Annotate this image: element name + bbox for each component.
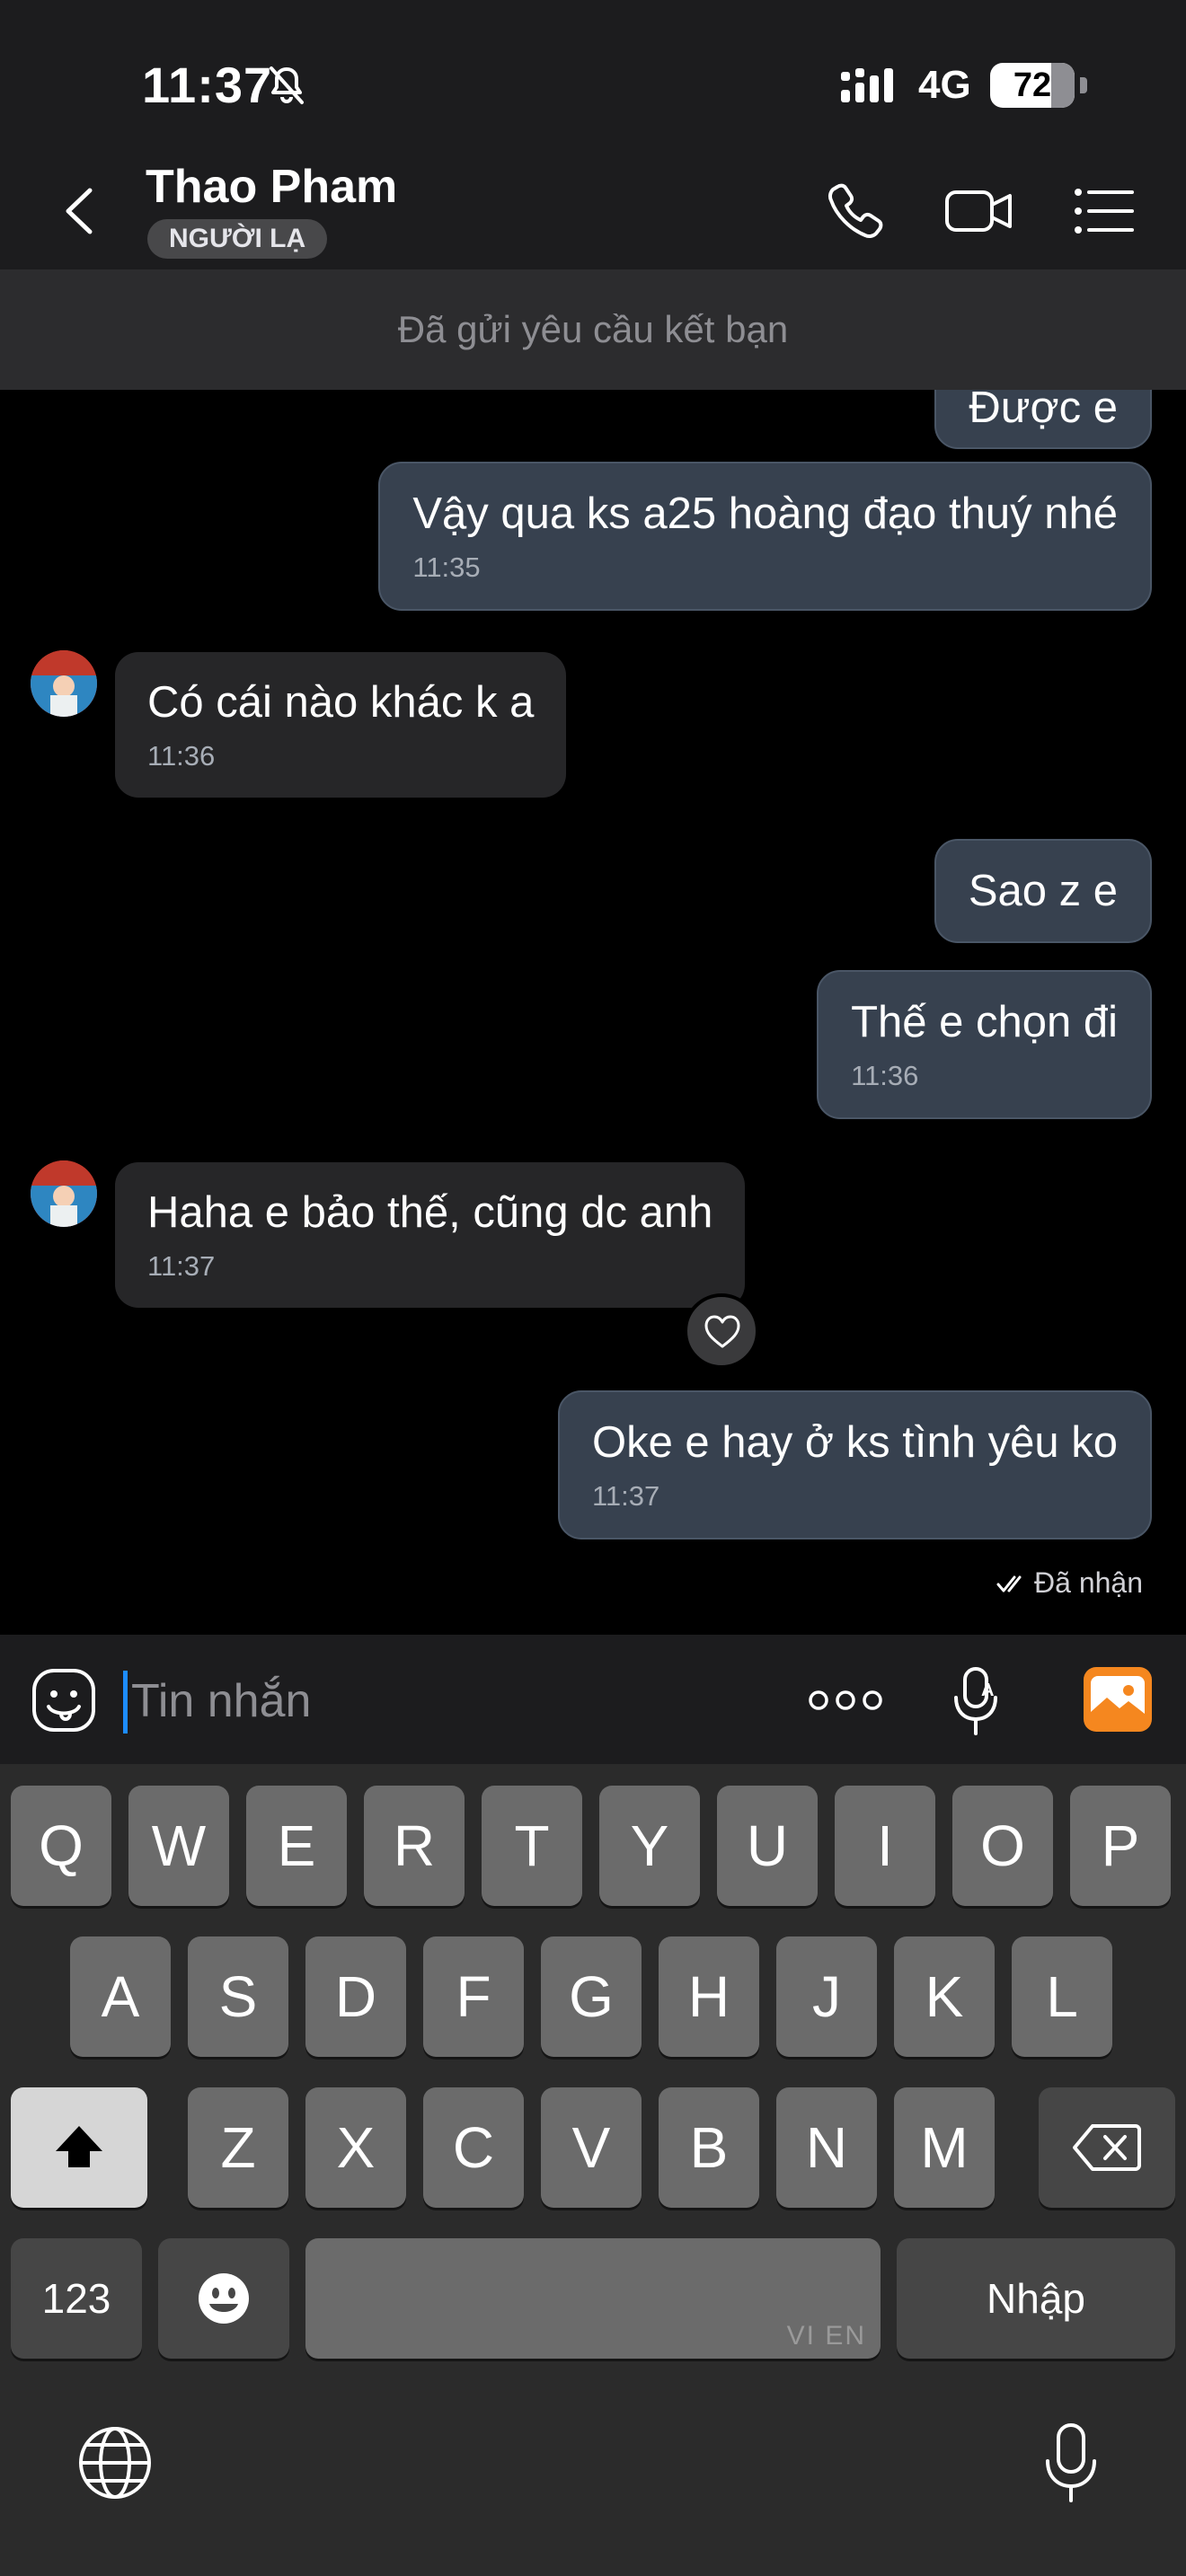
- globe-icon[interactable]: [77, 2425, 153, 2501]
- space-key[interactable]: VI EN: [305, 2238, 881, 2359]
- shift-key[interactable]: [11, 2087, 147, 2208]
- emoji-key[interactable]: [158, 2238, 289, 2359]
- key-z[interactable]: Z: [188, 2087, 288, 2208]
- menu-list-icon[interactable]: [1071, 178, 1137, 244]
- keyboard-language-label: VI EN: [786, 2321, 866, 2351]
- message-text: Sao z e: [968, 867, 1118, 915]
- key-x[interactable]: X: [305, 2087, 406, 2208]
- backspace-icon: [1073, 2124, 1141, 2171]
- message-bubble-outgoing[interactable]: Thế e chọn đi 11:36: [817, 970, 1152, 1119]
- key-k[interactable]: K: [894, 1936, 995, 2057]
- key-d[interactable]: D: [305, 1936, 406, 2057]
- message-time: 11:35: [412, 551, 481, 583]
- image-icon: [1091, 1676, 1145, 1726]
- chat-header: Thao Pham NGƯỜI LẠ: [0, 153, 1186, 269]
- key-w[interactable]: W: [128, 1786, 229, 1906]
- key-y[interactable]: Y: [599, 1786, 700, 1906]
- double-check-icon: [996, 1575, 1022, 1592]
- svg-text:A: A: [981, 1681, 994, 1700]
- key-h[interactable]: H: [659, 1936, 759, 2057]
- shift-arrow-icon: [56, 2126, 102, 2167]
- contact-avatar[interactable]: [31, 650, 97, 717]
- key-c[interactable]: C: [423, 2087, 524, 2208]
- key-n[interactable]: N: [776, 2087, 877, 2208]
- contact-avatar[interactable]: [31, 1160, 97, 1227]
- numbers-key[interactable]: 123: [11, 2238, 142, 2359]
- battery-level: 72: [1013, 66, 1052, 104]
- message-bubble-outgoing[interactable]: Được e: [934, 390, 1152, 449]
- message-text: Haha e bảo thế, cũng dc anh: [147, 1188, 713, 1237]
- key-i[interactable]: I: [835, 1786, 935, 1906]
- more-options-icon[interactable]: [807, 1685, 884, 1716]
- key-s[interactable]: S: [188, 1936, 288, 2057]
- phone-call-icon[interactable]: [821, 178, 888, 244]
- stranger-badge: NGƯỜI LẠ: [147, 219, 328, 259]
- return-key[interactable]: Nhập: [897, 2238, 1175, 2359]
- message-text: Vậy qua ks a25 hoàng đạo thuý nhé: [412, 490, 1118, 538]
- message-input[interactable]: [131, 1665, 760, 1737]
- key-b[interactable]: B: [659, 2087, 759, 2208]
- key-t[interactable]: T: [482, 1786, 582, 1906]
- network-type: 4G: [918, 63, 971, 107]
- on-screen-keyboard: Q W E R T Y U I O P A S D F G H J K L Z …: [0, 1764, 1186, 2576]
- backspace-key[interactable]: [1039, 2087, 1175, 2208]
- signal-icon: [841, 68, 893, 102]
- delivery-status: Đã nhận: [996, 1566, 1143, 1600]
- voice-to-text-icon[interactable]: A: [951, 1665, 1005, 1737]
- message-bubble-outgoing[interactable]: Oke e hay ở ks tình yêu ko 11:37: [557, 1390, 1152, 1539]
- key-m[interactable]: M: [894, 2087, 995, 2208]
- key-j[interactable]: J: [776, 1936, 877, 2057]
- message-time: 11:36: [851, 1060, 919, 1091]
- message-text: Có cái nào khác k a: [147, 678, 535, 727]
- key-a[interactable]: A: [70, 1936, 171, 2057]
- key-r[interactable]: R: [364, 1786, 465, 1906]
- message-bubble-outgoing[interactable]: Sao z e: [934, 839, 1152, 943]
- message-composer: A: [0, 1635, 1186, 1764]
- battery-indicator: 72: [990, 63, 1087, 108]
- key-l[interactable]: L: [1012, 1936, 1112, 2057]
- message-list[interactable]: Được e Vậy qua ks a25 hoàng đạo thuý nhé…: [0, 390, 1186, 1635]
- react-heart-button[interactable]: [684, 1293, 759, 1369]
- contact-name[interactable]: Thao Pham: [146, 160, 397, 214]
- bell-off-icon: [270, 66, 304, 104]
- message-text: Thế e chọn đi: [851, 998, 1118, 1046]
- message-bubble-outgoing[interactable]: Vậy qua ks a25 hoàng đạo thuý nhé 11:35: [378, 462, 1152, 611]
- text-cursor: [123, 1671, 128, 1734]
- emoji-face-icon: [199, 2273, 249, 2324]
- message-time: 11:37: [591, 1480, 660, 1512]
- key-e[interactable]: E: [246, 1786, 347, 1906]
- video-call-icon[interactable]: [943, 178, 1015, 244]
- key-o[interactable]: O: [952, 1786, 1053, 1906]
- message-bubble-incoming[interactable]: Haha e bảo thế, cũng dc anh 11:37: [115, 1162, 746, 1308]
- dictation-mic-icon[interactable]: [1042, 2422, 1100, 2504]
- message-text: Được e: [969, 390, 1118, 432]
- key-v[interactable]: V: [541, 2087, 642, 2208]
- back-chevron-icon[interactable]: [56, 180, 101, 243]
- key-p[interactable]: P: [1070, 1786, 1171, 1906]
- status-time: 11:37: [142, 57, 273, 113]
- avatar-image: [31, 1160, 97, 1227]
- message-bubble-incoming[interactable]: Có cái nào khác k a 11:36: [115, 652, 567, 798]
- message-text: Oke e hay ở ks tình yêu ko: [591, 1418, 1118, 1467]
- key-g[interactable]: G: [541, 1936, 642, 2057]
- key-q[interactable]: Q: [11, 1786, 111, 1906]
- message-time: 11:37: [147, 1250, 216, 1282]
- avatar-image: [31, 650, 97, 717]
- heart-icon: [704, 1315, 740, 1348]
- friend-request-banner: Đã gửi yêu cầu kết bạn: [0, 269, 1186, 390]
- image-picker-button[interactable]: [1084, 1667, 1152, 1732]
- sticker-emoji-icon[interactable]: [31, 1667, 97, 1734]
- delivery-status-text: Đã nhận: [1034, 1566, 1143, 1599]
- key-u[interactable]: U: [717, 1786, 818, 1906]
- message-time: 11:36: [147, 740, 216, 772]
- status-bar: 11:37 4G 72: [0, 0, 1186, 153]
- key-f[interactable]: F: [423, 1936, 524, 2057]
